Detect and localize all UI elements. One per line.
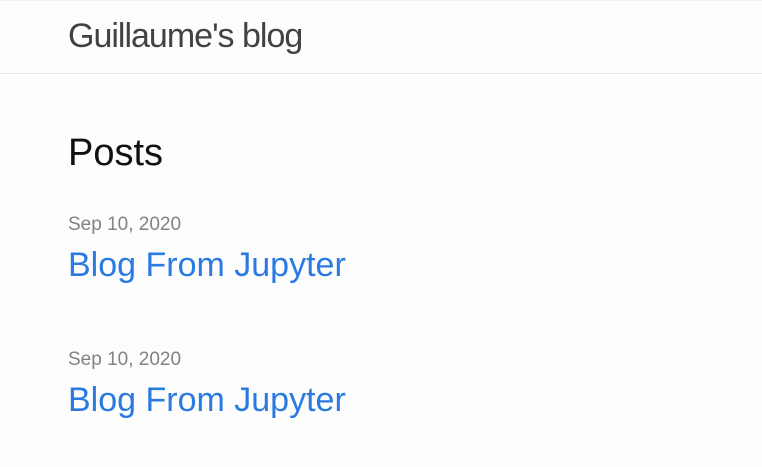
post-date: Sep 10, 2020 [68,349,182,370]
post-date: Sep 10, 2020 [68,214,182,235]
site-header: Guillaume's blog [0,0,762,74]
page-title: Posts [68,132,164,174]
post-title-link[interactable]: Blog From Jupyter [68,381,346,420]
post-title-link[interactable]: Blog From Jupyter [68,246,346,285]
site-title-link[interactable]: Guillaume's blog [68,17,303,56]
